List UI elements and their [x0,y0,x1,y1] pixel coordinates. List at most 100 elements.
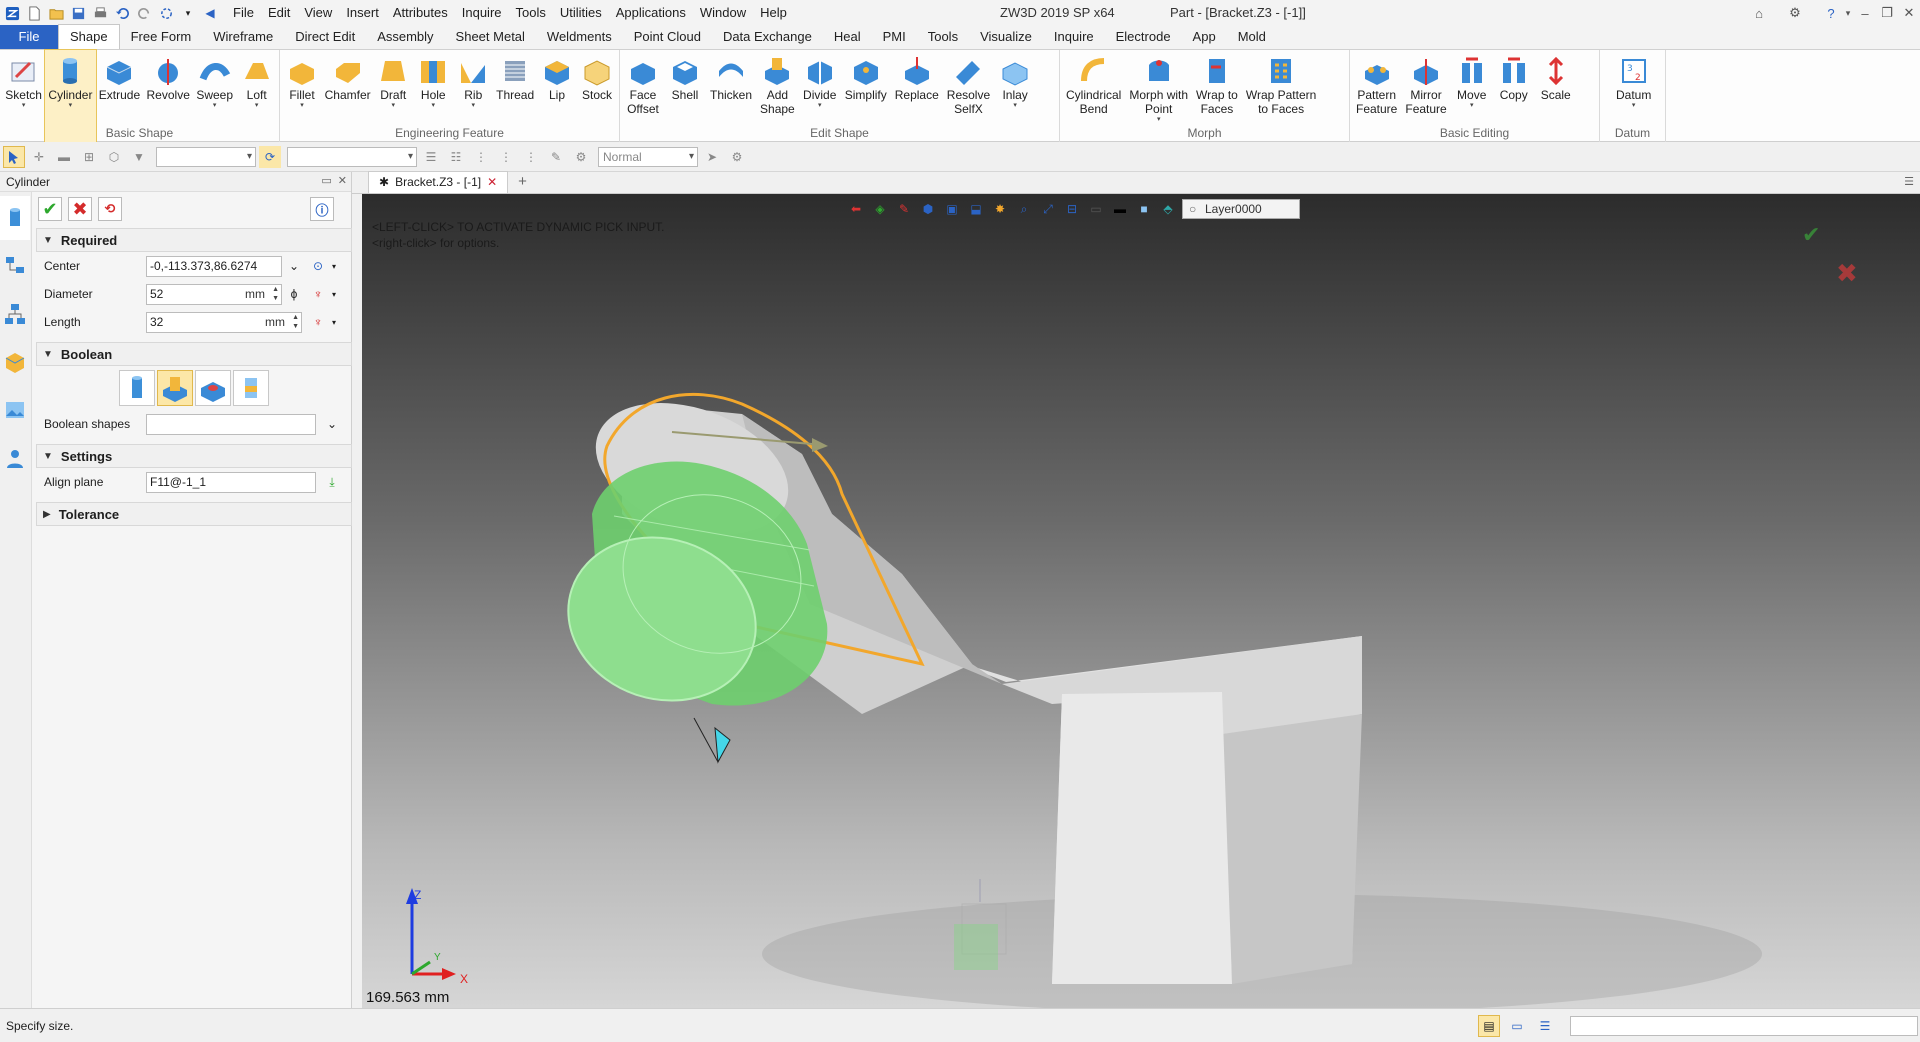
3d-viewport[interactable]: ⬅ ◈ ✎ ⬢ ▣ ⬓ ✸ ⌕ ⤢ ⊟ ▭ ▬ ■ ⬘ Layer0000 <L… [362,194,1920,1008]
fit-view-icon[interactable]: ⤢ [1038,200,1058,218]
view-cube-icon[interactable]: ◈ [870,200,890,218]
distribute-icon[interactable]: ☷ [445,146,467,168]
polygon-icon[interactable]: ⬡ [103,146,125,168]
gear-icon[interactable]: ⚙ [726,146,748,168]
tab-tools[interactable]: Tools [917,25,969,49]
zoom-icon[interactable]: ⌕ [1014,200,1034,218]
section-required[interactable]: ▼ Required [36,228,352,252]
cursor-icon[interactable]: ➤ [701,146,723,168]
chevron-down-icon[interactable]: ▾ [1842,0,1854,26]
shaded-view-icon[interactable]: ⬢ [918,200,938,218]
render-mode-combo[interactable]: Normal [598,146,698,167]
diameter-symbol-icon[interactable]: ϕ [286,286,302,302]
panel-dock-icon[interactable]: ▭ [321,174,331,187]
menu-attributes[interactable]: Attributes [386,0,455,26]
tab-inquire[interactable]: Inquire [1043,25,1105,49]
menu-tools[interactable]: Tools [509,0,553,26]
tab-pmi[interactable]: PMI [872,25,917,49]
diameter-input[interactable]: 52 mm ▲ ▼ [146,283,282,305]
point-picker-icon[interactable]: ⊙ [310,258,326,274]
menu-inquire[interactable]: Inquire [455,0,509,26]
section-tolerance[interactable]: ▶ Tolerance [36,502,352,526]
monitor-icon[interactable]: ▭ [1506,1015,1528,1037]
vtab-user[interactable] [0,436,30,480]
chevron-down-icon[interactable]: ▾ [326,258,342,274]
menu-utilities[interactable]: Utilities [553,0,609,26]
plane-picker-icon[interactable]: ⤓ [324,474,340,490]
menu-edit[interactable]: Edit [261,0,297,26]
gear-icon[interactable]: ⚙ [1784,0,1806,26]
command-prompt-icon[interactable]: ▤ [1478,1015,1500,1037]
align-plane-input[interactable]: F11@-1_1 [146,471,316,493]
vtab-assembly[interactable] [0,292,30,336]
length-input[interactable]: 32 mm ▲ ▼ [146,311,302,333]
tab-wireframe[interactable]: Wireframe [202,25,284,49]
color-wheel-icon[interactable]: ✸ [990,200,1010,218]
list-icon[interactable]: ☰ [1534,1015,1556,1037]
vtab-history[interactable] [0,244,30,288]
tab-electrode[interactable]: Electrode [1105,25,1182,49]
dash-icon[interactable]: ▬ [53,146,75,168]
chevron-down-icon[interactable]: ▾ [326,286,342,302]
ok-button[interactable]: ✔ [38,197,62,221]
chevron-down-icon[interactable]: ▾ [178,3,198,23]
open-folder-icon[interactable] [46,3,66,23]
menu-insert[interactable]: Insert [339,0,386,26]
refresh-filter-icon[interactable]: ⟳ [259,145,281,168]
measure-pin-icon[interactable]: ♆ [310,314,326,330]
tab-point-cloud[interactable]: Point Cloud [623,25,712,49]
double-chevron-down-icon[interactable]: ⌄ [324,416,340,432]
help-icon[interactable]: ? [1820,0,1842,26]
new-tab-icon[interactable]: + [518,171,527,193]
tab-free-form[interactable]: Free Form [120,25,203,49]
tab-app[interactable]: App [1182,25,1227,49]
tree-expand-icon[interactable]: ⋮ [520,146,542,168]
align-icon[interactable]: ☰ [420,146,442,168]
spinner-icon[interactable]: ▲ ▼ [292,313,299,331]
viewport-cancel-icon[interactable]: ✖ [1836,258,1858,289]
snap-icon[interactable]: ✛ [28,146,50,168]
boolean-shapes-input[interactable] [146,413,316,435]
grid-icon[interactable]: ⊞ [78,146,100,168]
spinner-icon[interactable]: ▲ ▼ [272,285,279,303]
app-logo-icon[interactable] [2,3,22,23]
settings-wheel-icon[interactable]: ⚙ [570,146,592,168]
pencil-icon[interactable]: ✎ [894,200,914,218]
apply-button[interactable]: ⟲ [98,197,122,221]
print-icon[interactable] [90,3,110,23]
boolean-add-button[interactable] [157,370,193,406]
menu-help[interactable]: Help [753,0,794,26]
minimize-button[interactable]: – [1854,0,1876,26]
menu-view[interactable]: View [297,0,339,26]
panel-close-icon[interactable]: ✕ [338,174,347,187]
redo-icon[interactable] [134,3,154,23]
tab-weldments[interactable]: Weldments [536,25,623,49]
tab-heal[interactable]: Heal [823,25,872,49]
display-mode-icon[interactable]: ▣ [942,200,962,218]
tab-direct-edit[interactable]: Direct Edit [284,25,366,49]
tab-assembly[interactable]: Assembly [366,25,444,49]
selection-combo[interactable] [287,146,417,167]
info-button[interactable]: ⓘ [310,197,334,221]
tab-data-exchange[interactable]: Data Exchange [712,25,823,49]
vtab-cylinder[interactable] [0,196,30,240]
document-tab[interactable]: ✱ Bracket.Z3 - [-1] ✕ [368,171,509,193]
cancel-button[interactable]: ✖ [68,197,92,221]
boolean-base-button[interactable] [119,370,155,406]
restore-button[interactable]: ❐ [1876,0,1898,26]
section-settings[interactable]: ▼ Settings [36,444,352,468]
center-input[interactable]: -0,-113.373,86.6274 [146,255,282,277]
tab-mold[interactable]: Mold [1227,25,1277,49]
tab-visualize[interactable]: Visualize [969,25,1043,49]
new-file-icon[interactable] [24,3,44,23]
layer-stack-icon[interactable]: ⬘ [1158,200,1178,218]
selection-filter-icon[interactable] [156,3,176,23]
pin-icon[interactable]: ✎ [545,146,567,168]
filter-combo[interactable] [156,146,256,167]
boolean-remove-button[interactable] [195,370,231,406]
tree-right-icon[interactable]: ⋮ [495,146,517,168]
section-boolean[interactable]: ▼ Boolean [36,342,352,366]
tab-menu-icon[interactable]: ☰ [1904,175,1914,188]
measure-pin-icon[interactable]: ♆ [310,286,326,302]
model-scene[interactable] [362,194,1920,1008]
